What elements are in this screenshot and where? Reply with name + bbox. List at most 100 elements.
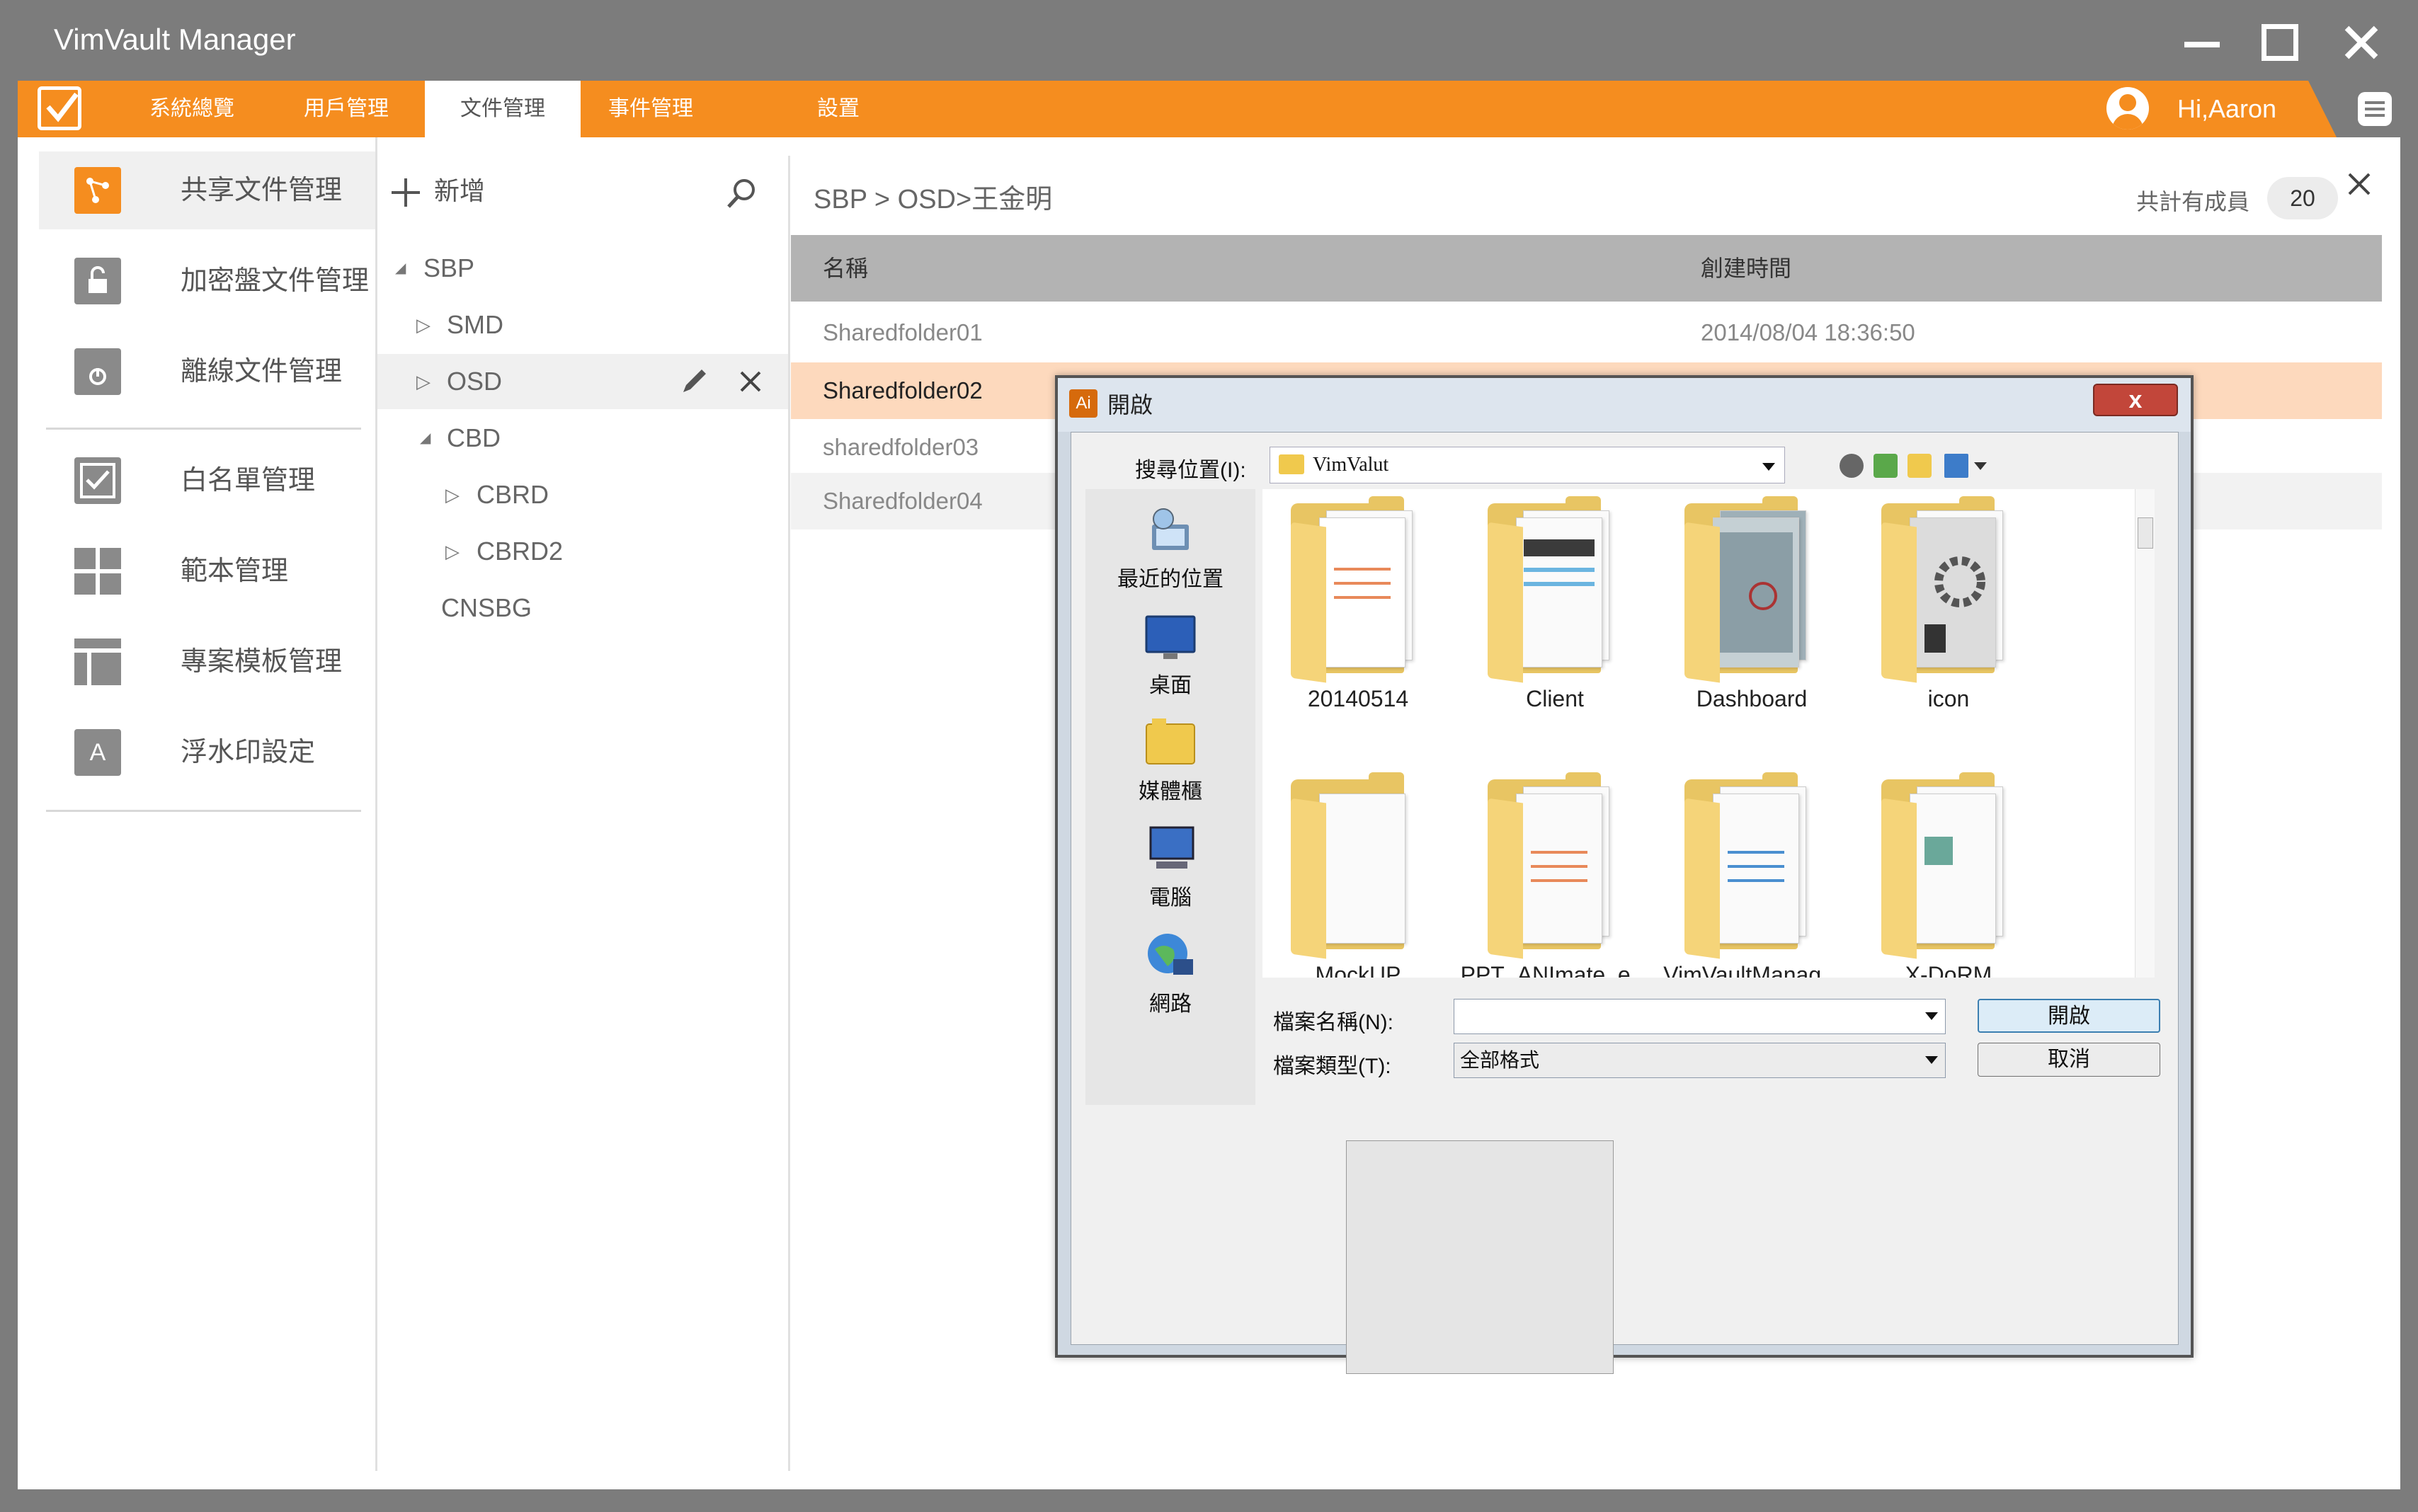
libraries-icon [1142,716,1199,771]
main-menu-bar: 系統總覽 用戶管理 文件管理 事件管理 設置 Hi,Aaron [18,81,2400,137]
tree-node-cbrd[interactable]: ▷ CBRD [377,467,788,522]
tree-node-cnsbg[interactable]: CNSBG [377,580,788,636]
created-time-cell: 2014/08/04 18:36:50 [1701,319,1915,345]
sidebar-item-encrypted-files[interactable]: 加密盤文件管理 [39,242,375,320]
table-row[interactable]: Sharedfolder01 2014/08/04 18:36:50 [791,304,2382,361]
expanded-arrow-icon[interactable]: ◢ [395,241,406,296]
tree-node-label: SBP [423,253,475,282]
avatar-icon [2106,87,2149,130]
tree-node-sbp[interactable]: ◢ SBP [377,241,788,296]
chevron-down-icon[interactable] [1925,1012,1938,1020]
hamburger-menu-icon[interactable] [2358,92,2392,126]
look-in-dropdown[interactable]: VimValut [1270,447,1785,483]
close-panel-icon[interactable] [2345,170,2373,198]
offline-icon [74,348,121,395]
user-greeting: Hi,Aaron [2177,94,2277,123]
maximize-button[interactable] [2252,14,2308,71]
collapsed-arrow-icon[interactable]: ▷ [445,524,460,579]
folder-item[interactable]: PPT_ANImate_e... [1459,765,1650,978]
folder-item[interactable]: icon [1853,489,2044,723]
close-window-button[interactable] [2333,14,2390,71]
folder-item[interactable]: X-DoRM [1853,765,2044,978]
sidebar-item-project-templates[interactable]: 專案模板管理 [39,623,375,701]
column-header-name[interactable]: 名稱 [823,235,868,302]
file-list-scrollbar[interactable] [2135,489,2155,978]
pencil-icon[interactable] [675,362,713,401]
place-desktop[interactable]: 桌面 [1085,602,1255,709]
menu-settings[interactable]: 設置 [800,81,877,137]
folder-item[interactable]: Dashboard [1656,489,1847,723]
expanded-arrow-icon[interactable]: ◢ [420,411,430,466]
search-icon[interactable] [724,176,760,211]
place-computer[interactable]: 電腦 [1085,815,1255,921]
sidebar-item-label: 浮水印設定 [181,738,316,767]
illustrator-app-icon: Ai [1069,389,1097,418]
filename-input[interactable] [1454,999,1946,1034]
collapsed-arrow-icon[interactable]: ▷ [445,467,460,522]
place-network[interactable]: 網路 [1085,921,1255,1027]
open-file-dialog: Ai 開啟 x 搜尋位置(I): VimValut 最近的位置 桌面 媒體櫃 電… [1055,375,2194,1374]
folder-item[interactable]: MockUP [1262,765,1454,978]
add-node-button[interactable]: 新增 [434,156,485,227]
place-label: 媒體櫃 [1139,780,1202,803]
sidebar-item-watermark[interactable]: A 浮水印設定 [39,714,375,791]
folder-item[interactable]: 20140514 [1262,489,1454,723]
look-in-label: 搜尋位置(I): [1135,459,1246,482]
collapsed-arrow-icon[interactable]: ▷ [416,354,430,409]
filetype-select[interactable]: 全部格式 [1454,1043,1946,1078]
computer-icon [1142,822,1199,877]
tree-node-smd[interactable]: ▷ SMD [377,297,788,353]
plus-icon[interactable] [392,178,420,207]
cancel-button[interactable]: 取消 [1978,1043,2160,1077]
folder-name: PPT_ANImate_e... [1460,962,1650,978]
tree-node-osd[interactable]: ▷ OSD [377,354,788,409]
dialog-close-button[interactable]: x [2093,384,2178,416]
folder-name: VimVaultManag... [1663,962,1840,978]
filename-label: 檔案名稱(N): [1273,1011,1393,1034]
menu-user-management[interactable]: 用戶管理 [287,81,406,137]
minimize-icon [2184,42,2220,47]
folder-name: icon [1927,686,1970,711]
place-recent[interactable]: 最近的位置 [1085,496,1255,602]
dialog-title-bar: Ai 開啟 x [1058,378,2191,432]
menu-event-management[interactable]: 事件管理 [591,81,710,137]
menu-corner [2308,81,2400,137]
sidebar-item-label: 範本管理 [181,556,289,586]
place-label: 電腦 [1149,886,1192,910]
column-header-created[interactable]: 創建時間 [1701,235,1791,302]
vimvault-logo-icon [38,86,81,130]
folder-name-cell: Sharedfolder01 [823,319,983,345]
up-folder-icon[interactable] [1874,454,1898,478]
layout-icon [74,638,121,685]
folder-item[interactable]: VimVaultManag... [1656,765,1847,978]
menu-file-management[interactable]: 文件管理 [425,81,581,137]
folder-name-cell: Sharedfolder04 [823,488,983,514]
open-button[interactable]: 開啟 [1978,999,2160,1033]
chevron-down-icon [1762,463,1775,471]
back-icon[interactable] [1840,454,1864,478]
recent-places-icon [1142,503,1199,559]
minimize-button[interactable] [2174,14,2230,71]
folder-name: Dashboard [1696,686,1808,711]
collapsed-arrow-icon[interactable]: ▷ [416,297,430,353]
tree-node-label: SMD [447,310,503,339]
sidebar-item-offline-files[interactable]: 離線文件管理 [39,333,375,411]
new-folder-icon[interactable] [1907,454,1932,478]
view-menu-icon[interactable] [1944,454,1968,478]
sidebar-item-templates[interactable]: 範本管理 [39,532,375,610]
department-tree: 新增 ◢ SBP ▷ SMD ▷ OSD ◢ CBD ▷ CBRD ▷ CBRD… [377,156,790,1471]
delete-x-icon[interactable] [731,362,770,401]
folder-name: X-DoRM [1905,962,1992,978]
place-libraries[interactable]: 媒體櫃 [1085,709,1255,815]
menu-overview[interactable]: 系統總覽 [132,81,251,137]
tree-node-cbrd2[interactable]: ▷ CBRD2 [377,524,788,579]
folder-item[interactable]: Client [1459,489,1650,723]
dialog-toolbar [1840,454,1995,482]
chevron-down-icon[interactable] [1974,462,1987,470]
breadcrumb: SBP > OSD>王金明 [814,185,1053,214]
place-label: 最近的位置 [1117,568,1224,591]
sidebar-item-whitelist[interactable]: 白名單管理 [39,442,375,520]
scrollbar-thumb[interactable] [2138,517,2153,549]
sidebar-item-shared-files[interactable]: 共享文件管理 [39,151,375,229]
tree-node-cbd[interactable]: ◢ CBD [377,411,788,466]
